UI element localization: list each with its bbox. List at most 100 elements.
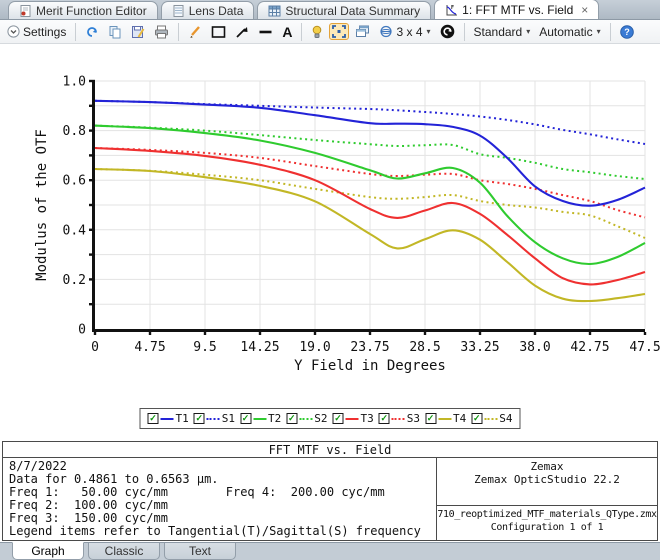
legend-checkbox[interactable]: ✓	[286, 413, 298, 424]
mtf-graph-icon: F	[446, 4, 458, 15]
legend-item-S4[interactable]: ✓ S4	[471, 412, 513, 425]
tab-label: Structural Data Summary	[285, 3, 421, 18]
svg-text:?: ?	[624, 27, 630, 37]
toolbar-separator	[463, 22, 465, 41]
file-name: 710_reoptimized_MTF_materials_QType.zmx	[437, 509, 657, 520]
windows-icon	[356, 25, 370, 37]
y-axis-title: Modulus of the OTF	[34, 129, 50, 281]
pencil-tool-button[interactable]	[185, 23, 205, 41]
toolbar-separator	[75, 22, 77, 41]
legend-checkbox[interactable]: ✓	[378, 413, 390, 424]
config-cell: 710_reoptimized_MTF_materials_QType.zmx …	[437, 506, 657, 540]
auto-update-button[interactable]	[437, 22, 458, 41]
aspect-ratio-button[interactable]: 3 x 4 ▾	[376, 23, 433, 41]
legend-item-S3[interactable]: ✓ S3	[378, 412, 420, 425]
tab-lens-data[interactable]: Lens Data	[160, 1, 255, 19]
legend-line-sample	[299, 417, 313, 420]
legend-checkbox[interactable]: ✓	[193, 413, 205, 424]
toolbar-separator	[301, 22, 303, 41]
vendor-name: Zemax	[530, 460, 564, 473]
line-tool-button[interactable]	[255, 23, 276, 41]
y-tick-label: 1.0	[63, 75, 86, 90]
tab-text[interactable]: Text	[164, 543, 236, 560]
windows-button[interactable]	[352, 23, 373, 40]
tab-classic[interactable]: Classic	[88, 543, 160, 560]
print-button[interactable]	[151, 23, 172, 41]
legend-label: T3	[360, 412, 374, 425]
lamp-button[interactable]	[308, 23, 326, 41]
y-tick-label: 0.6	[63, 174, 86, 189]
legend-line-sample	[345, 417, 359, 420]
sphere-icon	[380, 25, 393, 38]
tab-fft-mtf-vs-field[interactable]: F 1: FFT MTF vs. Field ×	[434, 0, 600, 19]
legend-checkbox[interactable]: ✓	[471, 413, 483, 424]
x-tick-label: 23.75	[350, 340, 389, 355]
tab-label: Lens Data	[188, 3, 244, 18]
legend-item-T4[interactable]: ✓ T4	[425, 412, 466, 425]
legend-label: S1	[221, 412, 235, 425]
x-tick-label: 33.25	[460, 340, 499, 355]
automatic-label: Automatic	[539, 24, 593, 39]
legend-label: S2	[314, 412, 328, 425]
chevron-down-icon: ▾	[596, 27, 601, 36]
x-axis-title: Y Field in Degrees	[294, 358, 446, 374]
toolbar: Settings A 3 x 4 ▾ Standard ▾ Automatic …	[0, 20, 660, 44]
legend-line-sample	[206, 417, 220, 420]
pencil-icon	[190, 25, 201, 38]
x-tick-label: 47.5	[629, 340, 660, 355]
tab-graph[interactable]: Graph	[12, 542, 84, 560]
standard-label: Standard	[473, 24, 523, 39]
legend-item-T3[interactable]: ✓ T3	[332, 412, 374, 425]
text-tool-button[interactable]: A	[279, 23, 295, 41]
fit-window-icon	[332, 25, 347, 38]
lens-data-icon	[173, 4, 184, 17]
fit-window-button[interactable]	[329, 23, 350, 40]
legend-checkbox[interactable]: ✓	[147, 413, 159, 424]
rectangle-tool-button[interactable]	[208, 23, 229, 41]
x-tick-label: 28.5	[409, 340, 440, 355]
chevron-down-icon: ▾	[426, 27, 431, 36]
legend-item-T2[interactable]: ✓ T2	[240, 412, 281, 425]
vendor-product: Zemax OpticStudio 22.2	[474, 473, 620, 486]
chevron-down-icon: ▾	[526, 27, 531, 36]
lamp-icon	[313, 25, 322, 38]
standard-dropdown[interactable]: Standard ▾	[471, 23, 534, 41]
legend-label: S3	[406, 412, 420, 425]
merit-function-icon	[20, 4, 31, 17]
save-button[interactable]	[128, 23, 148, 41]
toolbar-separator	[609, 22, 611, 41]
legend-item-S1[interactable]: ✓ S1	[193, 412, 235, 425]
legend-label: T2	[268, 412, 282, 425]
tab-merit-function-editor[interactable]: Merit Function Editor	[8, 1, 158, 19]
legend-checkbox[interactable]: ✓	[332, 413, 344, 424]
legend-checkbox[interactable]: ✓	[425, 413, 436, 424]
x-tick-label: 4.75	[134, 340, 165, 355]
y-tick-label: 0	[78, 323, 86, 338]
refresh-icon	[87, 26, 98, 37]
close-icon[interactable]: ×	[581, 3, 588, 17]
text-tool-icon: A	[282, 23, 293, 40]
x-tick-label: 0	[91, 340, 99, 355]
tab-structural-data-summary[interactable]: Structural Data Summary	[257, 1, 432, 19]
copy-button[interactable]	[105, 23, 125, 41]
legend-item-T1[interactable]: ✓ T1	[147, 412, 189, 425]
tab-label: 1: FFT MTF vs. Field	[462, 2, 574, 17]
x-tick-label: 14.25	[240, 340, 279, 355]
print-icon	[155, 25, 169, 38]
x-tick-label: 9.5	[193, 340, 216, 355]
configuration-label: Configuration 1 of 1	[490, 522, 604, 533]
automatic-dropdown[interactable]: Automatic ▾	[536, 23, 603, 41]
legend-checkbox[interactable]: ✓	[240, 413, 251, 424]
y-tick-label: 0.8	[63, 124, 86, 139]
vendor-cell: Zemax Zemax OpticStudio 22.2	[437, 458, 657, 506]
refresh-button[interactable]	[82, 23, 102, 41]
legend-label: S4	[499, 412, 513, 425]
copy-icon	[109, 25, 121, 38]
legend-item-S2[interactable]: ✓ S2	[286, 412, 328, 425]
legend-label: T4	[453, 412, 467, 425]
help-button[interactable]: ?	[617, 23, 637, 41]
legend-label: T1	[175, 412, 189, 425]
arrow-tool-button[interactable]	[232, 23, 252, 41]
line-tool-icon	[259, 30, 272, 33]
settings-button[interactable]: Settings	[4, 23, 69, 41]
